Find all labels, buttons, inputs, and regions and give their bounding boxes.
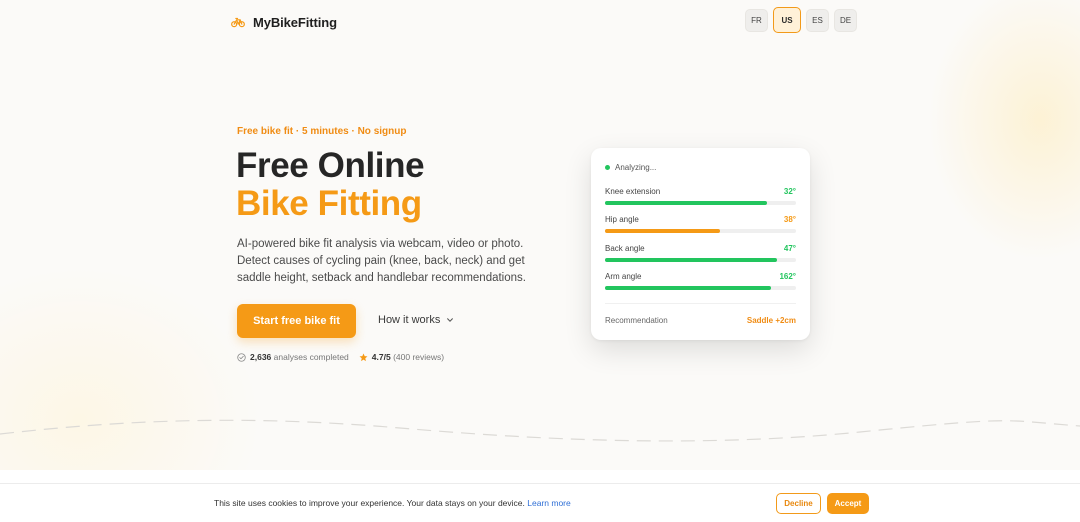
- check-circle-icon: [237, 352, 246, 362]
- metric-progress-fill: [605, 286, 772, 290]
- card-divider: [605, 303, 796, 304]
- language-fr-button[interactable]: FR: [745, 9, 768, 32]
- language-es-button[interactable]: ES: [806, 9, 829, 32]
- hero-description: AI-powered bike fit analysis via webcam,…: [237, 238, 526, 284]
- cookie-banner: This site uses cookies to improve your e…: [0, 483, 1080, 522]
- hero-title-line2: Bike Fitting: [236, 184, 422, 223]
- chevron-down-icon: [447, 318, 454, 322]
- language-de-button[interactable]: DE: [834, 9, 857, 32]
- metric-value: 162°: [779, 272, 796, 281]
- metric-value: 38°: [783, 215, 796, 224]
- metric-progress-fill: [605, 229, 720, 233]
- hero-stats: 2,636 analyses completed 4.7/5 (400 revi…: [237, 352, 444, 362]
- learn-more-link[interactable]: Learn more: [527, 498, 570, 508]
- analyses-label: analyses completed: [273, 352, 349, 362]
- metric-progress-track: [605, 229, 796, 233]
- brand-name: MyBikeFitting: [253, 14, 337, 30]
- analysis-status: Analyzing...: [605, 163, 656, 172]
- how-it-works-button[interactable]: How it works: [378, 314, 454, 326]
- analysis-status-text: Analyzing...: [615, 163, 657, 172]
- metric-hip-angle: Hip angle 38°: [605, 215, 796, 235]
- star-icon: [359, 353, 368, 361]
- hero-title-line1: Free Online: [236, 146, 425, 185]
- hero-eyebrow: Free bike fit · 5 minutes · No signup: [237, 126, 407, 137]
- logo[interactable]: MyBikeFitting: [231, 10, 337, 34]
- metric-label: Knee extension: [605, 187, 661, 196]
- how-it-works-label: How it works: [378, 314, 441, 326]
- metric-progress-track: [605, 201, 796, 205]
- metric-value: 32°: [783, 187, 796, 196]
- bicycle-icon: [231, 17, 245, 28]
- cookie-text: This site uses cookies to improve your e…: [214, 498, 525, 508]
- hero-background: [0, 0, 1080, 470]
- reviews-count: (400 reviews): [393, 352, 445, 362]
- metric-label: Hip angle: [605, 215, 639, 224]
- metric-progress-fill: [605, 258, 777, 262]
- recommendation-value: Saddle +2cm: [746, 316, 796, 325]
- decline-cookies-button[interactable]: Decline: [776, 493, 821, 514]
- decorative-dashed-line: [0, 419, 1080, 442]
- metric-knee-extension: Knee extension 32°: [605, 187, 796, 207]
- site-header: MyBikeFitting FR US ES DE: [231, 7, 857, 34]
- metric-progress-track: [605, 286, 796, 290]
- recommendation-label: Recommendation: [605, 316, 668, 325]
- language-switcher: FR US ES DE: [745, 7, 857, 33]
- metric-label: Arm angle: [605, 272, 642, 281]
- metric-back-angle: Back angle 47°: [605, 244, 796, 264]
- analysis-preview-card: Analyzing... Knee extension 32° Hip angl…: [591, 148, 810, 340]
- metric-progress-fill: [605, 201, 768, 205]
- rating-value: 4.7/5: [371, 352, 391, 362]
- metric-arm-angle: Arm angle 162°: [605, 272, 796, 292]
- cookie-message: This site uses cookies to improve your e…: [214, 498, 571, 508]
- start-bike-fit-button[interactable]: Start free bike fit: [237, 304, 356, 338]
- accept-cookies-button[interactable]: Accept: [827, 493, 869, 514]
- status-dot-icon: [605, 165, 610, 170]
- metric-label: Back angle: [605, 244, 645, 253]
- analyses-count: 2,636: [250, 352, 272, 362]
- metric-value: 47°: [783, 244, 796, 253]
- language-us-button[interactable]: US: [773, 7, 801, 33]
- metric-progress-track: [605, 258, 796, 262]
